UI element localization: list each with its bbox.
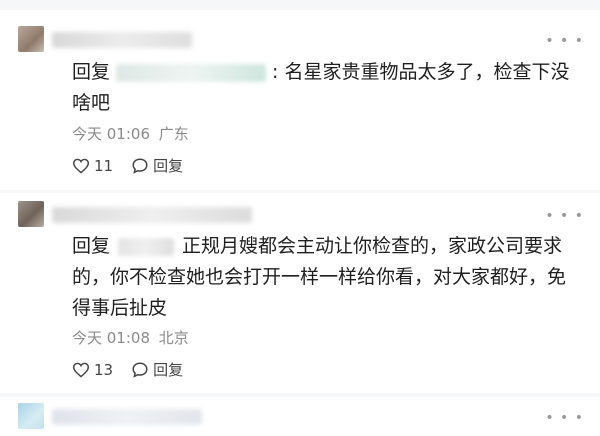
like-count: 11 bbox=[94, 156, 114, 175]
comment-actions: 13 回复 bbox=[72, 359, 201, 380]
reply-button[interactable]: 回复 bbox=[131, 155, 183, 176]
username-blurred[interactable] bbox=[52, 32, 192, 48]
heart-icon bbox=[72, 158, 90, 174]
avatar[interactable] bbox=[18, 201, 44, 227]
comment-item: • • • 回复 正规月嫂都会主动让你检查的，家政公司要求的，你不检查她也会打开一… bbox=[0, 193, 600, 393]
reply-prefix: 回复 bbox=[72, 61, 111, 83]
speech-bubble-icon bbox=[132, 157, 148, 174]
comment-text: 回复: 名星家贵重物品太多了，检查下没啥吧 bbox=[72, 57, 572, 119]
like-count: 13 bbox=[94, 360, 114, 379]
reply-label: 回复 bbox=[153, 361, 184, 379]
comment-item: • • • bbox=[0, 397, 600, 436]
like-button[interactable]: 11 bbox=[72, 157, 113, 175]
reply-target-blurred[interactable] bbox=[118, 237, 175, 256]
comment-time: 今天 01:06 bbox=[72, 125, 150, 143]
reply-target-blurred[interactable] bbox=[116, 63, 267, 82]
comment-meta: 今天 01:08 北京 bbox=[72, 327, 189, 348]
comment-meta: 今天 01:06 广东 bbox=[72, 123, 189, 144]
username-blurred[interactable] bbox=[52, 409, 202, 425]
comment-text: 回复 正规月嫂都会主动让你检查的，家政公司要求的，你不检查她也会打开一样一样给你看… bbox=[72, 231, 577, 324]
reply-prefix: 回复 bbox=[72, 235, 111, 257]
more-dots-icon[interactable]: • • • bbox=[545, 209, 584, 223]
reply-button[interactable]: 回复 bbox=[131, 359, 183, 380]
more-dots-icon[interactable]: • • • bbox=[545, 34, 584, 48]
like-button[interactable]: 13 bbox=[72, 361, 113, 379]
username-blurred[interactable] bbox=[52, 207, 252, 223]
avatar[interactable] bbox=[18, 403, 44, 429]
speech-bubble-icon bbox=[132, 361, 148, 378]
comment-location: 北京 bbox=[158, 329, 189, 347]
heart-icon bbox=[72, 362, 90, 378]
avatar[interactable] bbox=[18, 26, 44, 52]
comment-item: • • • 回复: 名星家贵重物品太多了，检查下没啥吧 今天 01:06 广东 … bbox=[0, 10, 600, 190]
comment-time: 今天 01:08 bbox=[72, 329, 150, 347]
more-dots-icon[interactable]: • • • bbox=[545, 411, 584, 425]
reply-label: 回复 bbox=[153, 157, 184, 175]
comment-actions: 11 回复 bbox=[72, 155, 201, 176]
comment-location: 广东 bbox=[158, 125, 189, 143]
